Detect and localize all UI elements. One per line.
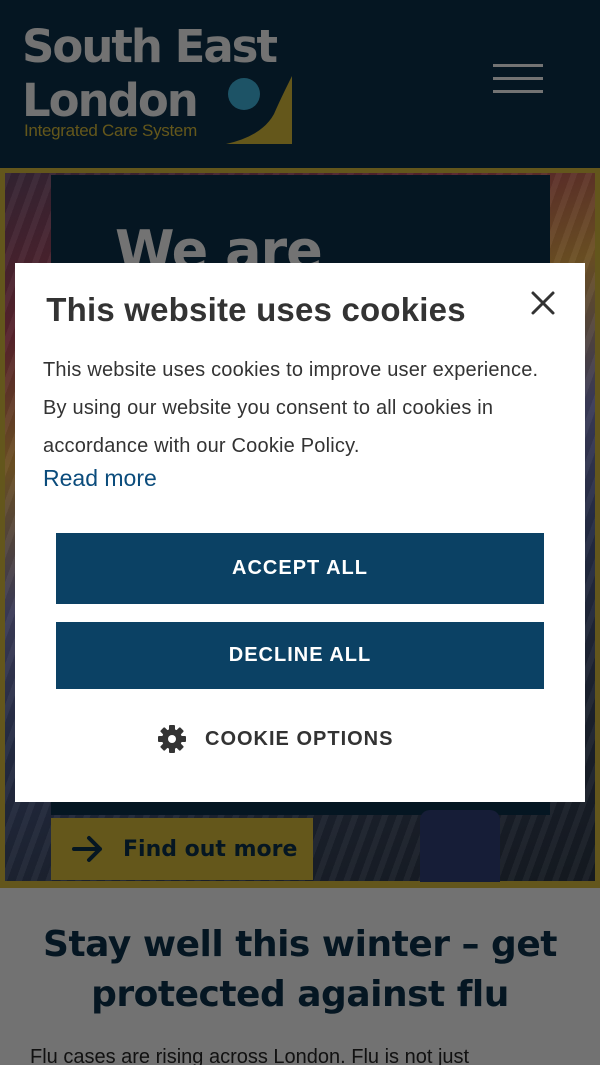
cookie-dialog-title: This website uses cookies — [46, 291, 466, 328]
cookie-options-button[interactable]: COOKIE OPTIONS — [157, 723, 393, 755]
accept-all-button[interactable]: ACCEPT ALL — [56, 533, 544, 604]
close-icon[interactable] — [529, 289, 557, 317]
gear-icon — [158, 725, 186, 753]
cookie-dialog: This website uses cookies This website u… — [15, 263, 585, 802]
cookie-options-label: COOKIE OPTIONS — [205, 727, 394, 750]
cookie-dialog-text: This website uses cookies to improve use… — [43, 359, 539, 457]
read-more-link[interactable]: Read more — [43, 465, 157, 492]
decline-all-button[interactable]: DECLINE ALL — [56, 622, 544, 689]
